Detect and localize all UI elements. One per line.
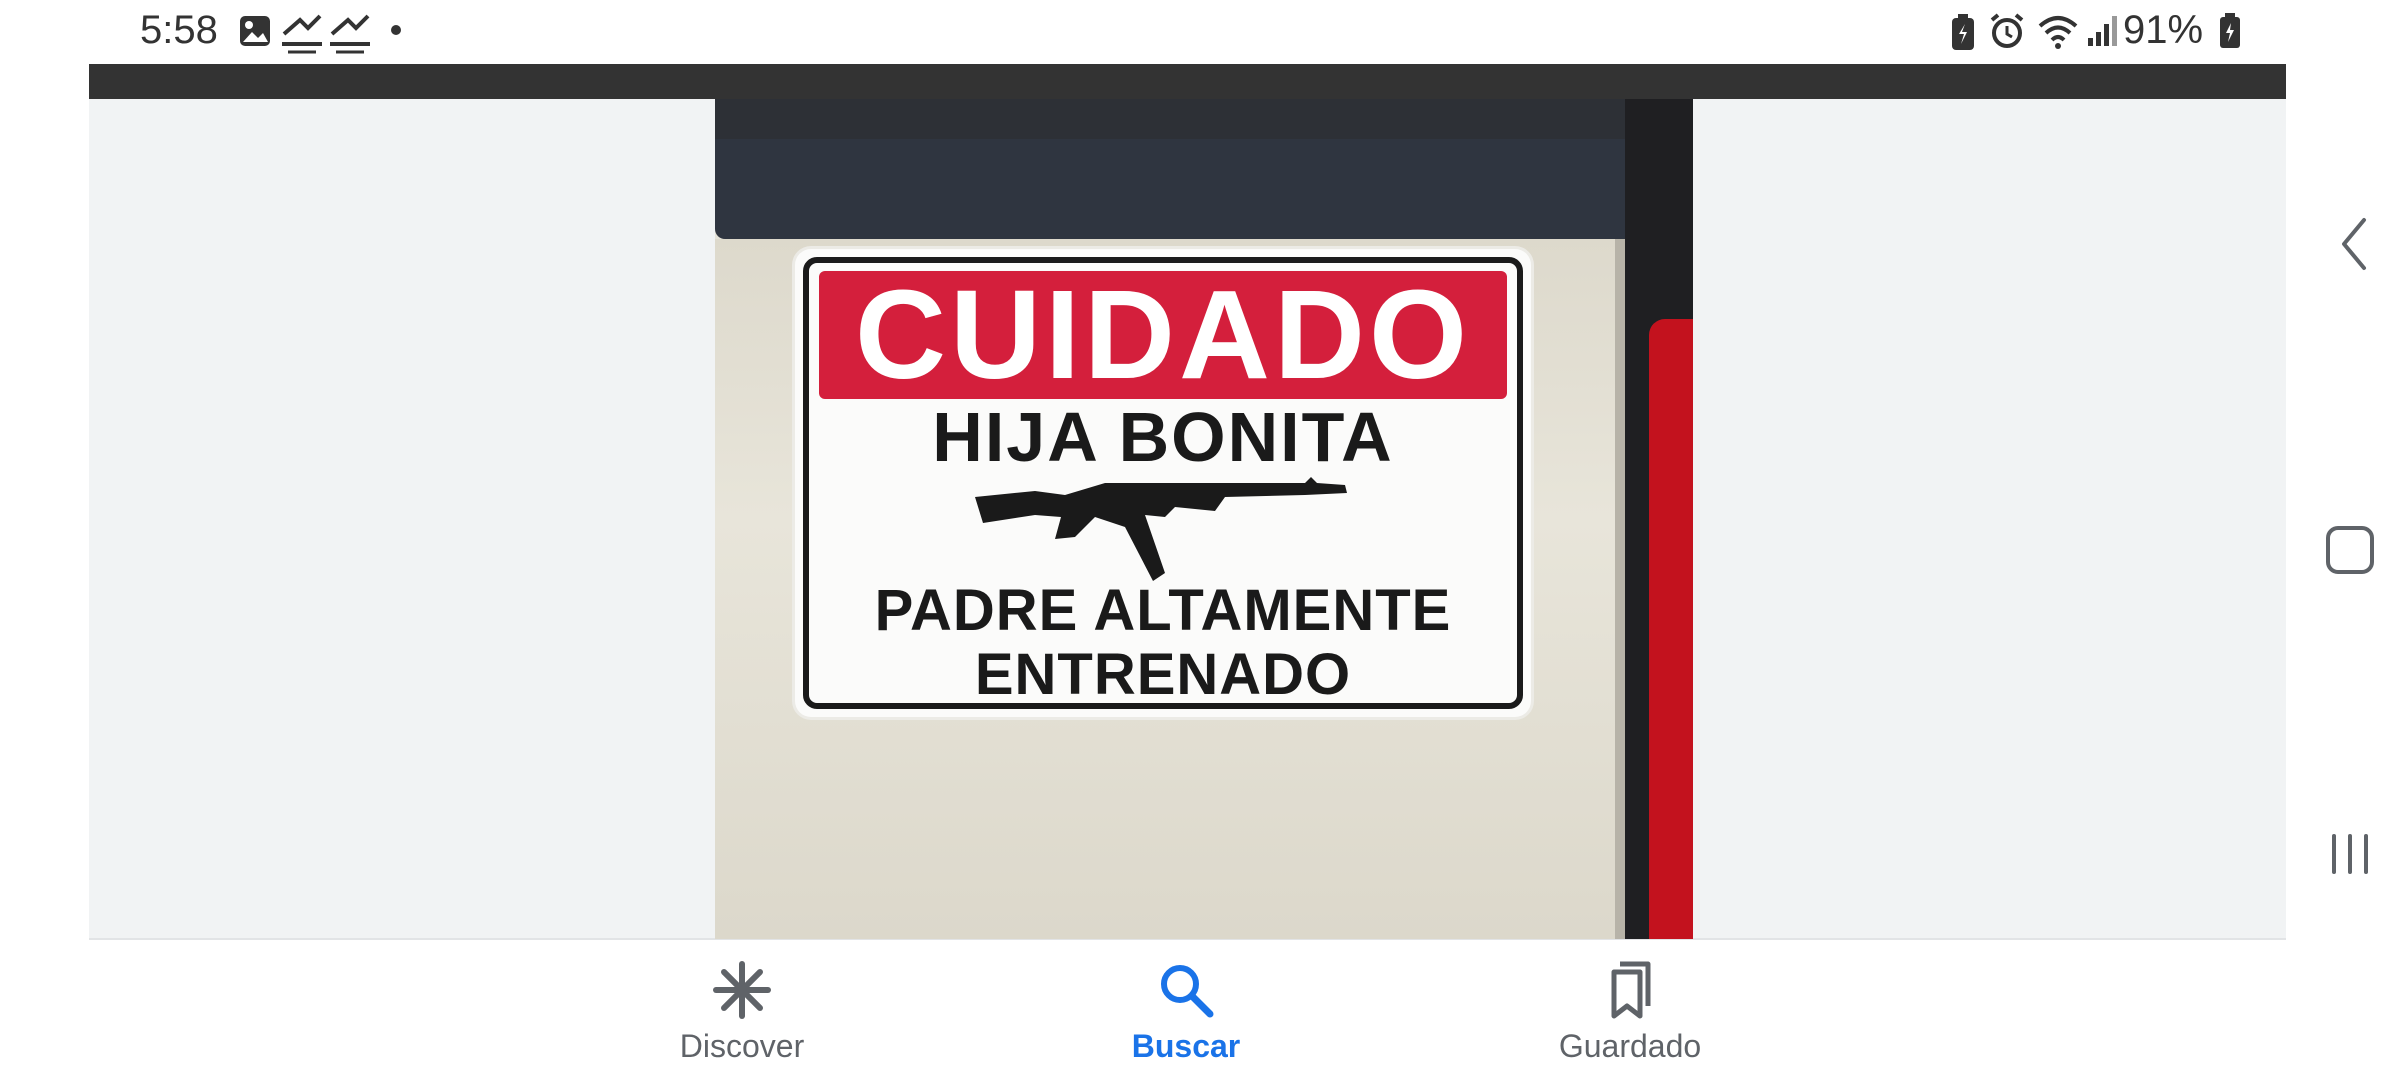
status-time: 5:58 <box>140 8 218 52</box>
battery-saver-icon <box>1952 14 1974 50</box>
sign-line-2: PADRE ALTAMENTE <box>874 578 1452 643</box>
bottom-nav: Discover Buscar Guardado <box>0 940 2400 1080</box>
sign-line-1: HIJA BONITA <box>932 398 1394 476</box>
dot-icon <box>391 25 401 35</box>
sign-title: CUIDADO <box>855 264 1471 405</box>
sign-line-3: ENTRENADO <box>974 642 1352 707</box>
missed-call-icon <box>282 14 322 54</box>
search-icon <box>1161 965 1214 1018</box>
viewer-top-bar <box>89 64 2286 99</box>
signal-icon <box>2088 16 2117 46</box>
nav-search[interactable]: Buscar <box>1066 940 1306 1080</box>
recents-icon[interactable] <box>2326 830 2374 878</box>
tail-light <box>1649 319 1693 939</box>
nav-saved-label: Guardado <box>1558 1028 1702 1064</box>
battery-icon <box>2220 13 2240 48</box>
back-icon[interactable] <box>2334 216 2374 272</box>
battery-percent: 91% <box>2123 8 2204 52</box>
home-icon[interactable] <box>2324 524 2376 576</box>
nav-discover-label: Discover <box>679 1028 805 1064</box>
wifi-icon <box>2038 16 2078 49</box>
nav-saved[interactable]: Guardado <box>1510 940 1750 1080</box>
truck-bed-rail <box>715 139 1655 239</box>
alarm-icon <box>1990 13 2024 48</box>
rifle-icon <box>975 477 1347 581</box>
discover-icon <box>713 961 771 1019</box>
saved-icon <box>1611 961 1651 1019</box>
search-result-image[interactable]: CUIDADO HIJA BONITA PADRE ALTAMENTE ENTR… <box>715 99 1693 939</box>
warning-sign: CUIDADO HIJA BONITA PADRE ALTAMENTE ENTR… <box>795 249 1531 717</box>
nav-discover[interactable]: Discover <box>622 940 862 1080</box>
gallery-icon <box>240 16 270 46</box>
status-bar: 5:58 91% <box>0 0 2400 64</box>
nav-search-label: Buscar <box>1131 1028 1241 1064</box>
missed-call-icon <box>330 14 370 54</box>
